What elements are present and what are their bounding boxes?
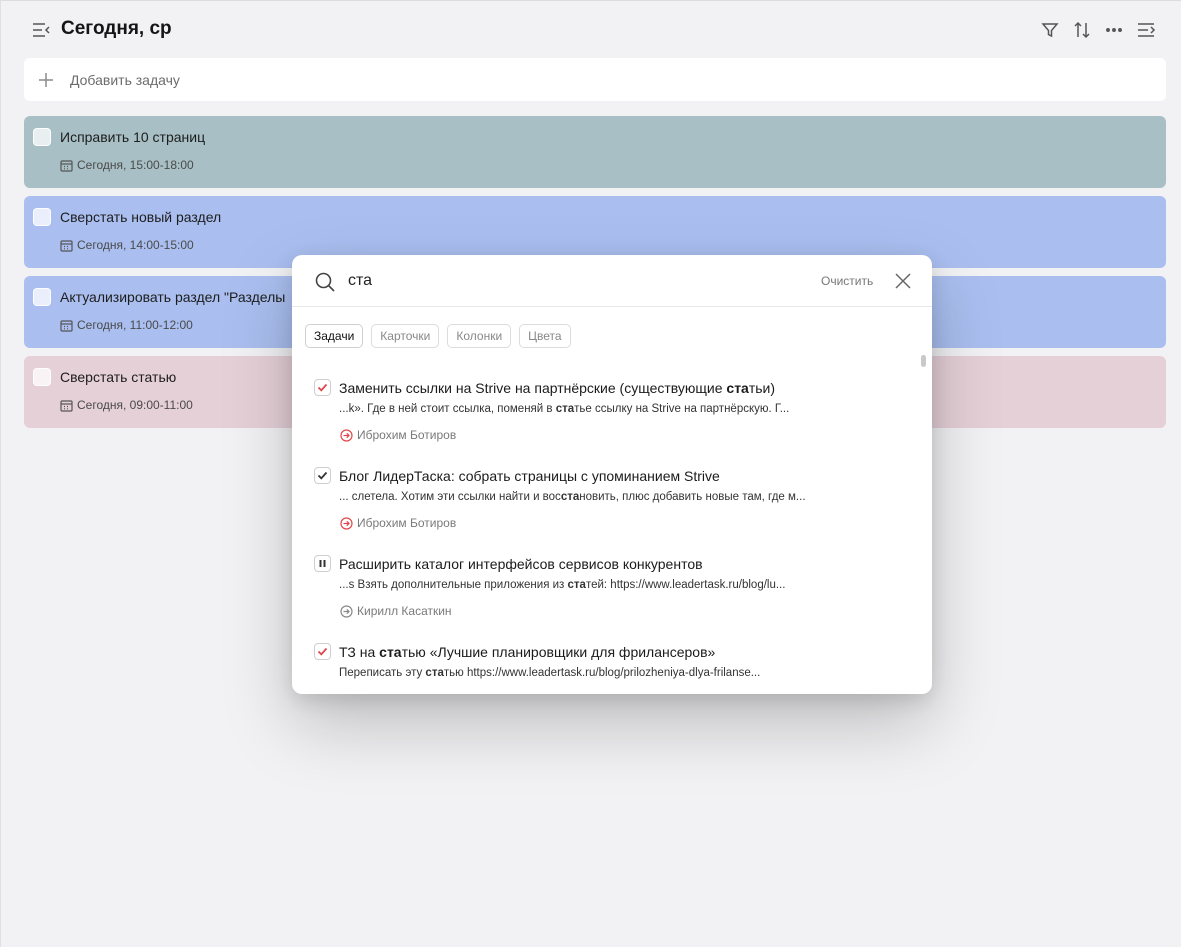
- task-checkbox[interactable]: [33, 208, 51, 226]
- arrow-circle-icon: [340, 428, 353, 442]
- checkbox-checked-icon[interactable]: [314, 643, 331, 660]
- task-date: Сегодня, 11:00-12:00: [60, 318, 193, 332]
- search-result[interactable]: ТЗ на статью «Лучшие планировщики для фр…: [292, 631, 912, 694]
- filter-icon[interactable]: [1039, 19, 1061, 41]
- task-date-text: Сегодня, 15:00-18:00: [77, 158, 194, 172]
- more-icon[interactable]: [1103, 19, 1125, 41]
- filter-chip[interactable]: Цвета: [519, 324, 571, 348]
- result-snippet: Переписать эту статью https://www.leader…: [339, 667, 761, 679]
- side-panel-icon[interactable]: [1135, 19, 1157, 41]
- arrow-circle-icon: [340, 516, 353, 530]
- task-name: Сверстать новый раздел: [60, 209, 222, 225]
- result-owner: Иброхим Ботиров: [340, 428, 456, 442]
- calendar-icon: [60, 399, 73, 412]
- page-title: Сегодня, ср: [61, 18, 172, 39]
- search-result[interactable]: Блог ЛидерТаска: собрать страницы с упом…: [292, 455, 912, 543]
- search-modal: Очистить Задачи Карточки Колонки Цвета Заме…: [292, 255, 932, 694]
- filter-chips: Задачи Карточки Колонки Цвета: [305, 324, 571, 348]
- add-task-bar[interactable]: Добавить задачу: [24, 58, 1166, 101]
- app-window: Сегодня, ср Добавить задачу Исправить 10…: [0, 0, 1181, 947]
- arrow-circle-icon: [340, 604, 353, 618]
- task-name: Исправить 10 страниц: [60, 129, 206, 145]
- task-name: Сверстать статью: [60, 369, 177, 385]
- clear-button[interactable]: Очистить: [821, 274, 873, 288]
- result-snippet: ...s Взять дополнительные приложения из …: [339, 579, 786, 591]
- search-result[interactable]: Расширить каталог интерфейсов сервисов к…: [292, 543, 912, 631]
- result-title: ТЗ на статью «Лучшие планировщики для фр…: [339, 644, 716, 660]
- task-date-text: Сегодня, 11:00-12:00: [77, 318, 193, 332]
- task-date: Сегодня, 09:00-11:00: [60, 398, 193, 412]
- search-result[interactable]: Заменить ссылки на Strive на партнёрские…: [292, 367, 912, 455]
- checkbox-checked-icon[interactable]: [314, 467, 331, 484]
- header: Сегодня, ср: [1, 1, 1181, 57]
- task-date-text: Сегодня, 14:00-15:00: [77, 238, 194, 252]
- task-checkbox[interactable]: [33, 368, 51, 386]
- plus-icon: [24, 72, 68, 88]
- calendar-icon: [60, 239, 73, 252]
- result-title: Блог ЛидерТаска: собрать страницы с упом…: [339, 468, 720, 484]
- result-snippet: ...k». Где в ней стоит ссылка, поменяй в…: [339, 403, 790, 415]
- filter-chip[interactable]: Карточки: [371, 324, 440, 348]
- task-date: Сегодня, 15:00-18:00: [60, 158, 194, 172]
- result-snippet: ... слетела. Хотим эти ссылки найти и во…: [339, 491, 806, 503]
- search-results: Заменить ссылки на Strive на партнёрские…: [292, 367, 922, 694]
- result-owner: Кирилл Касаткин: [340, 604, 452, 618]
- search-icon: [314, 271, 336, 293]
- filter-chip[interactable]: Колонки: [447, 324, 512, 348]
- result-title: Заменить ссылки на Strive на партнёрские…: [339, 380, 776, 396]
- task-date-text: Сегодня, 09:00-11:00: [77, 398, 193, 412]
- add-task-label: Добавить задачу: [70, 71, 180, 88]
- task-name: Актуализировать раздел "Разделы: [60, 289, 286, 305]
- results-scrollbar[interactable]: [921, 355, 926, 367]
- filter-chip[interactable]: Задачи: [305, 324, 364, 348]
- task-checkbox[interactable]: [33, 288, 51, 306]
- task-checkbox[interactable]: [33, 128, 51, 146]
- search-input[interactable]: [348, 269, 788, 293]
- pause-icon[interactable]: [314, 555, 331, 572]
- result-owner: Иброхим Ботиров: [340, 516, 456, 530]
- menu-collapse-icon[interactable]: [30, 19, 52, 41]
- task-card[interactable]: Исправить 10 страниц Сегодня, 15:00-18:00: [24, 116, 1166, 188]
- sort-icon[interactable]: [1071, 19, 1093, 41]
- search-bar: Очистить: [292, 255, 932, 307]
- result-title: Расширить каталог интерфейсов сервисов к…: [339, 556, 703, 572]
- checkbox-checked-icon[interactable]: [314, 379, 331, 396]
- calendar-icon: [60, 159, 73, 172]
- task-date: Сегодня, 14:00-15:00: [60, 238, 194, 252]
- calendar-icon: [60, 319, 73, 332]
- close-icon[interactable]: [894, 272, 912, 290]
